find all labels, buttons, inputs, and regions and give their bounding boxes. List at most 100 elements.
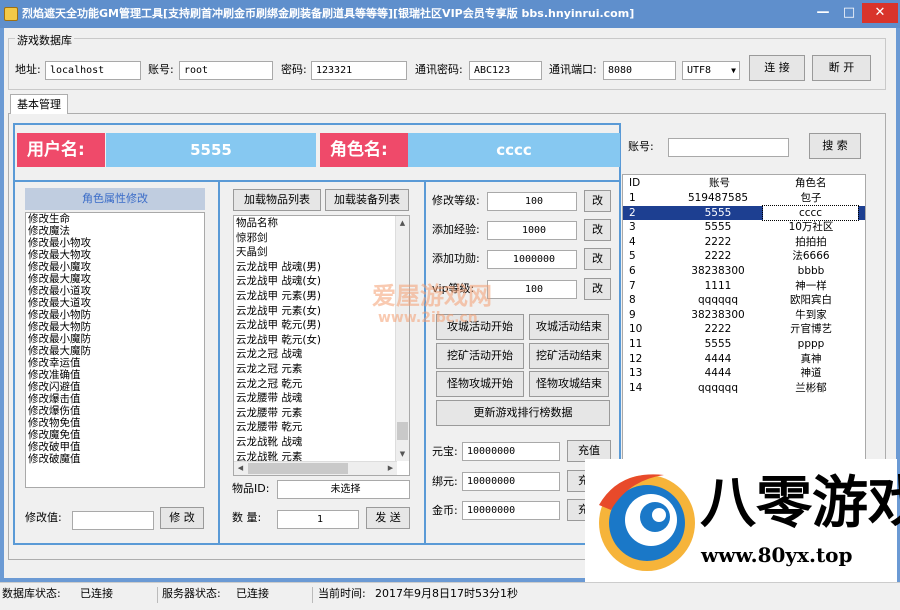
attr-list-item[interactable]: 修改爆击值 [26,393,204,405]
change-vip-button[interactable]: 改 [584,278,611,300]
close-button[interactable]: ✕ [862,3,898,23]
load-items-button[interactable]: 加载物品列表 [233,189,321,211]
table-header: ID 账号 角色名 [623,176,865,191]
minimize-button[interactable]: — [810,3,836,23]
addr-input[interactable]: localhost [45,61,141,80]
table-row[interactable]: 7 1111 神一样 [623,279,865,294]
item-list-item[interactable]: 云龙之冠 乾元 [234,377,409,392]
logo-text: 八零游戏 [700,471,900,536]
comm-pass-input[interactable]: ABC123 [469,61,542,80]
exp-input[interactable]: 1000 [487,221,577,240]
attr-list-item[interactable]: 修改最小物防 [26,309,204,321]
table-row[interactable]: 14 qqqqqq 兰彬郁 [623,381,865,396]
attr-list-item[interactable]: 修改最大魔防 [26,345,204,357]
attr-list-item[interactable]: 修改最小魔攻 [26,261,204,273]
port-input[interactable]: 8080 [603,61,676,80]
attr-list[interactable]: 修改生命 修改魔法 修改最小物攻 修改最大物攻 修改最小魔攻 修改最大魔攻 修改最小道攻 修改… [25,212,205,488]
attr-list-item[interactable]: 修改最大物攻 [26,249,204,261]
hscroll-thumb[interactable] [248,463,348,474]
item-list-item[interactable]: 云龙之冠 战魂 [234,347,409,362]
change-merit-button[interactable]: 改 [584,248,611,270]
attr-list-item[interactable]: 修改最小道攻 [26,285,204,297]
item-list-item[interactable]: 天晶剑 [234,245,409,260]
attr-list-item[interactable]: 修改生命 [26,213,204,225]
gold-input[interactable]: 10000000 [462,501,560,520]
scroll-up-icon[interactable]: ▲ [396,216,409,230]
attr-list-item[interactable]: 修改幸运值 [26,357,204,369]
connect-button[interactable]: 连 接 [749,55,805,81]
table-row[interactable]: 4 2222 拍拍拍 [623,235,865,250]
change-level-button[interactable]: 改 [584,190,611,212]
mining-end-button[interactable]: 挖矿活动结束 [529,343,609,369]
attr-list-item[interactable]: 修改最大物防 [26,321,204,333]
attr-list-item[interactable]: 修改破甲值 [26,441,204,453]
db-pass-input[interactable]: 123321 [311,61,407,80]
table-row[interactable]: 13 4444 神道 [623,366,865,381]
level-input[interactable]: 100 [487,192,577,211]
attr-list-item[interactable]: 修改魔免值 [26,429,204,441]
modify-value-input[interactable] [72,511,154,530]
search-account-input[interactable] [668,138,789,157]
table-row[interactable]: 8 qqqqqq 欧阳宾白 [623,293,865,308]
yuanbao-input[interactable]: 10000000 [462,442,560,461]
maximize-button[interactable]: □ [836,3,862,23]
table-row[interactable]: 1 519487585 包子 [623,191,865,206]
scroll-right-icon[interactable]: ▶ [384,462,397,475]
disconnect-button[interactable]: 断 开 [812,55,871,81]
attr-list-item[interactable]: 修改物免值 [26,417,204,429]
item-list-item[interactable]: 云龙战甲 战魂(男) [234,260,409,275]
table-row[interactable]: 6 38238300 bbbb [623,264,865,279]
monster-siege-end-button[interactable]: 怪物攻城结束 [529,371,609,397]
search-button[interactable]: 搜 索 [809,133,861,159]
item-list[interactable]: 物品名称 惊邪剑 天晶剑 云龙战甲 战魂(男) 云龙战甲 战魂(女) 云龙战甲 元素(男)… [233,215,410,476]
item-list-item[interactable]: 云龙战甲 乾元(女) [234,333,409,348]
item-list-item[interactable]: 云龙腰带 战魂 [234,391,409,406]
item-list-header[interactable]: 物品名称 [234,216,409,231]
attr-list-item[interactable]: 修改闪避值 [26,381,204,393]
encoding-value: UTF8 [687,65,712,76]
item-list-item[interactable]: 云龙腰带 元素 [234,406,409,421]
table-row[interactable]: 2 5555 cccc [623,204,865,222]
attr-list-item[interactable]: 修改最大魔攻 [26,273,204,285]
send-button[interactable]: 发 送 [366,507,410,529]
siege-end-button[interactable]: 攻城活动结束 [529,314,609,340]
table-row[interactable]: 3 5555 10万社区 [623,220,865,235]
attr-list-item[interactable]: 修改准确值 [26,369,204,381]
update-rankings-button[interactable]: 更新游戏排行榜数据 [436,400,610,426]
table-row[interactable]: 5 2222 法6666 [623,249,865,264]
item-list-vscrollbar[interactable]: ▲ ▼ [395,216,409,461]
item-list-hscrollbar[interactable]: ◀ ▶ [234,461,397,475]
search-account-label: 账号: [628,140,654,153]
vip-input[interactable]: 100 [487,280,577,299]
attr-list-item[interactable]: 修改爆伤值 [26,405,204,417]
attr-list-item[interactable]: 修改最小物攻 [26,237,204,249]
item-list-item[interactable]: 惊邪剑 [234,231,409,246]
scroll-down-icon[interactable]: ▼ [396,447,409,461]
tab-basic-management[interactable]: 基本管理 [10,94,68,114]
load-equipment-button[interactable]: 加载装备列表 [325,189,409,211]
bound-yuanbao-input[interactable]: 10000000 [462,472,560,491]
item-list-item[interactable]: 云龙之冠 元素 [234,362,409,377]
item-list-item[interactable]: 云龙腰带 乾元 [234,420,409,435]
attr-list-item[interactable]: 修改最小魔防 [26,333,204,345]
scroll-left-icon[interactable]: ◀ [234,462,247,475]
merit-input[interactable]: 1000000 [487,250,577,269]
scroll-thumb[interactable] [397,422,408,440]
monster-siege-start-button[interactable]: 怪物攻城开始 [436,371,524,397]
attr-list-item[interactable]: 修改最大道攻 [26,297,204,309]
table-row[interactable]: 12 4444 真神 [623,352,865,367]
db-user-input[interactable]: root [179,61,273,80]
table-row[interactable]: 9 38238300 牛到家 [623,308,865,323]
quantity-input[interactable]: 1 [277,510,359,529]
table-row[interactable]: 11 5555 pppp [623,337,865,352]
mining-start-button[interactable]: 挖矿活动开始 [436,343,524,369]
attr-list-item[interactable]: 修改破魔值 [26,453,204,465]
change-exp-button[interactable]: 改 [584,219,611,241]
title-bar[interactable]: 烈焰遮天全功能GM管理工具[支持刷首冲刷金币刷绑金刷装备刷道具等等等][银瑞社区… [0,0,900,28]
table-row[interactable]: 10 2222 亓官博艺 [623,322,865,337]
modify-button[interactable]: 修 改 [160,507,204,529]
encoding-select[interactable]: UTF8 ▼ [682,61,740,80]
attr-list-item[interactable]: 修改魔法 [26,225,204,237]
item-list-item[interactable]: 云龙战靴 战魂 [234,435,409,450]
character-table[interactable]: ID 账号 角色名 1 519487585 包子 2 5555 cccc 3 5555 10万社… [622,174,866,474]
